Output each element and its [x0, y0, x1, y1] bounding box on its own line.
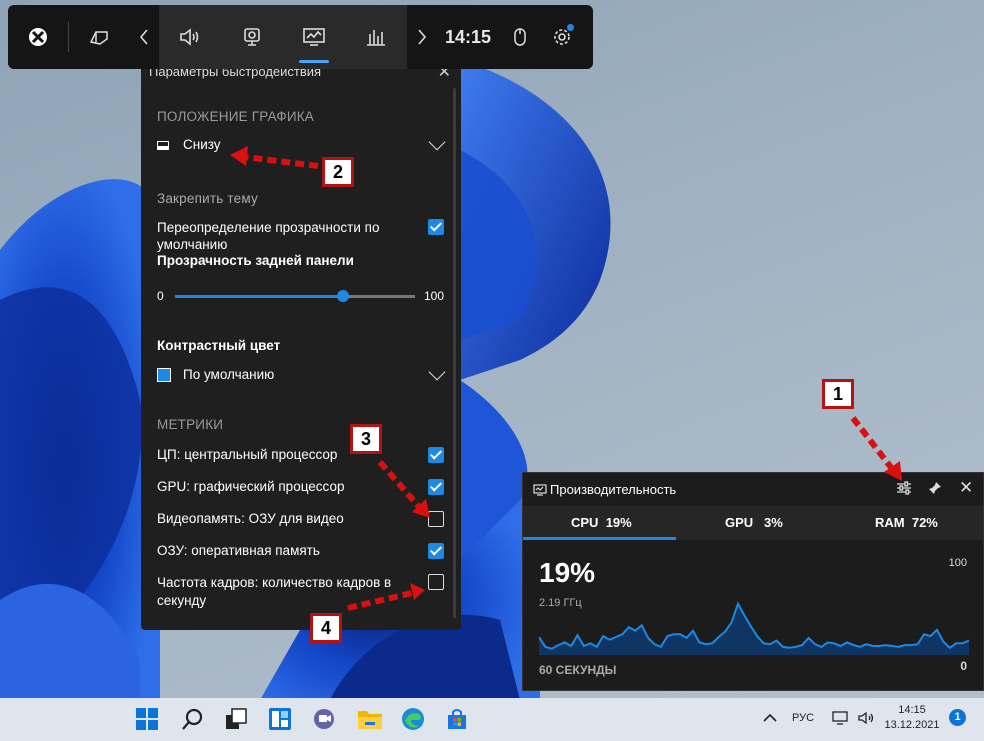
graph-position-dropdown[interactable]: Снизу — [157, 133, 446, 158]
metric-ram-checkbox[interactable] — [428, 543, 444, 559]
metric-cpu-checkbox[interactable] — [428, 447, 444, 463]
panel-scrollbar[interactable] — [453, 88, 456, 618]
audio-icon[interactable] — [159, 5, 221, 69]
search-icon[interactable] — [181, 707, 205, 731]
notification-badge[interactable]: 1 — [949, 709, 966, 726]
tab-cpu[interactable]: CPU 19% — [571, 515, 632, 530]
mouse-icon[interactable] — [499, 5, 541, 69]
metric-cpu-label: ЦП: центральный процессор — [157, 447, 338, 462]
performance-widget: Производительность ✕ CPU 19% GPU 3% RAM … — [522, 472, 984, 691]
metric-vram-label: Видеопамять: ОЗУ для видео — [157, 511, 344, 526]
teams-chat-icon[interactable] — [312, 707, 336, 731]
performance-title: Производительность — [550, 482, 677, 497]
widgets-icon[interactable] — [268, 707, 292, 731]
annotation-marker-4: 4 — [310, 613, 342, 643]
edge-icon[interactable] — [401, 707, 425, 731]
annotation-marker-2: 2 — [322, 157, 354, 187]
active-tab-indicator — [523, 537, 676, 540]
accent-color-swatch — [157, 368, 171, 382]
accent-color-value: По умолчанию — [183, 367, 275, 382]
metric-vram-checkbox[interactable] — [428, 511, 444, 527]
transparency-override-checkbox[interactable] — [428, 219, 444, 235]
chevron-down-icon — [428, 133, 446, 151]
metric-gpu-label: GPU: графический процессор — [157, 479, 345, 494]
game-bar-clock: 14:15 — [444, 26, 492, 47]
tray-time[interactable]: 14:15 — [889, 704, 935, 716]
game-bar: 14:15 — [8, 5, 593, 69]
metric-fps-label: Частота кадров: количество кадров в секу… — [157, 575, 392, 608]
axis-min-label: 0 — [960, 659, 967, 673]
metric-tabs: CPU 19% GPU 3% RAM 72% — [523, 506, 983, 540]
annotation-marker-1: 1 — [822, 379, 854, 409]
file-explorer-icon[interactable] — [357, 707, 382, 731]
accent-color-dropdown[interactable]: По умолчанию — [157, 363, 446, 388]
pin-icon[interactable] — [928, 481, 942, 500]
metric-gpu-checkbox[interactable] — [428, 479, 444, 495]
tab-gpu[interactable]: GPU 3% — [725, 515, 783, 530]
settings-icon[interactable] — [541, 5, 583, 69]
backplate-transparency-label: Прозрачность задней панели — [157, 253, 354, 268]
graph-position-value: Снизу — [183, 137, 221, 152]
task-view-icon[interactable] — [224, 707, 248, 731]
cpu-usage-chart — [539, 601, 969, 655]
annotation-marker-3: 3 — [350, 424, 382, 454]
volume-icon[interactable] — [858, 711, 876, 730]
transparency-override-label: Переопределение прозрачности по умолчани… — [157, 220, 380, 252]
chevron-right-icon[interactable] — [407, 5, 437, 69]
store-icon[interactable] — [445, 707, 469, 731]
network-icon[interactable] — [832, 711, 848, 730]
slider-min-label: 0 — [157, 289, 164, 303]
resources-icon[interactable] — [345, 5, 407, 69]
transparency-slider[interactable] — [175, 290, 415, 302]
xbox-icon[interactable] — [8, 5, 68, 69]
metric-fps-checkbox[interactable] — [428, 574, 444, 590]
performance-options-panel: Параметры быстродействия ✕ ПОЛОЖЕНИЕ ГРА… — [141, 60, 461, 630]
windows-start-icon[interactable] — [135, 707, 159, 731]
tray-overflow-icon[interactable] — [763, 710, 777, 728]
slider-thumb[interactable] — [337, 290, 349, 302]
metrics-heading: МЕТРИКИ — [157, 417, 224, 432]
pin-theme-heading: Закрепить тему — [157, 191, 258, 206]
chevron-left-icon[interactable] — [129, 5, 159, 69]
options-sliders-icon[interactable] — [896, 481, 912, 500]
tray-date[interactable]: 13.12.2021 — [880, 719, 944, 731]
performance-icon[interactable] — [283, 5, 345, 69]
accent-color-label: Контрастный цвет — [157, 338, 281, 353]
metric-ram-label: ОЗУ: оперативная память — [157, 543, 320, 558]
taskbar: РУС 14:15 13.12.2021 1 — [0, 698, 984, 741]
capture-icon[interactable] — [221, 5, 283, 69]
chevron-down-icon — [428, 363, 446, 381]
performance-icon — [533, 483, 547, 501]
input-language[interactable]: РУС — [792, 712, 814, 724]
graph-position-heading: ПОЛОЖЕНИЕ ГРАФИКА — [157, 109, 314, 124]
slider-max-label: 100 — [424, 289, 445, 303]
close-icon[interactable]: ✕ — [959, 478, 973, 498]
widget-menu-icon[interactable] — [69, 5, 129, 69]
time-window-label: 60 СЕКУНДЫ — [539, 663, 617, 677]
tab-ram[interactable]: RAM 72% — [875, 515, 938, 530]
bottom-position-icon — [157, 141, 169, 150]
